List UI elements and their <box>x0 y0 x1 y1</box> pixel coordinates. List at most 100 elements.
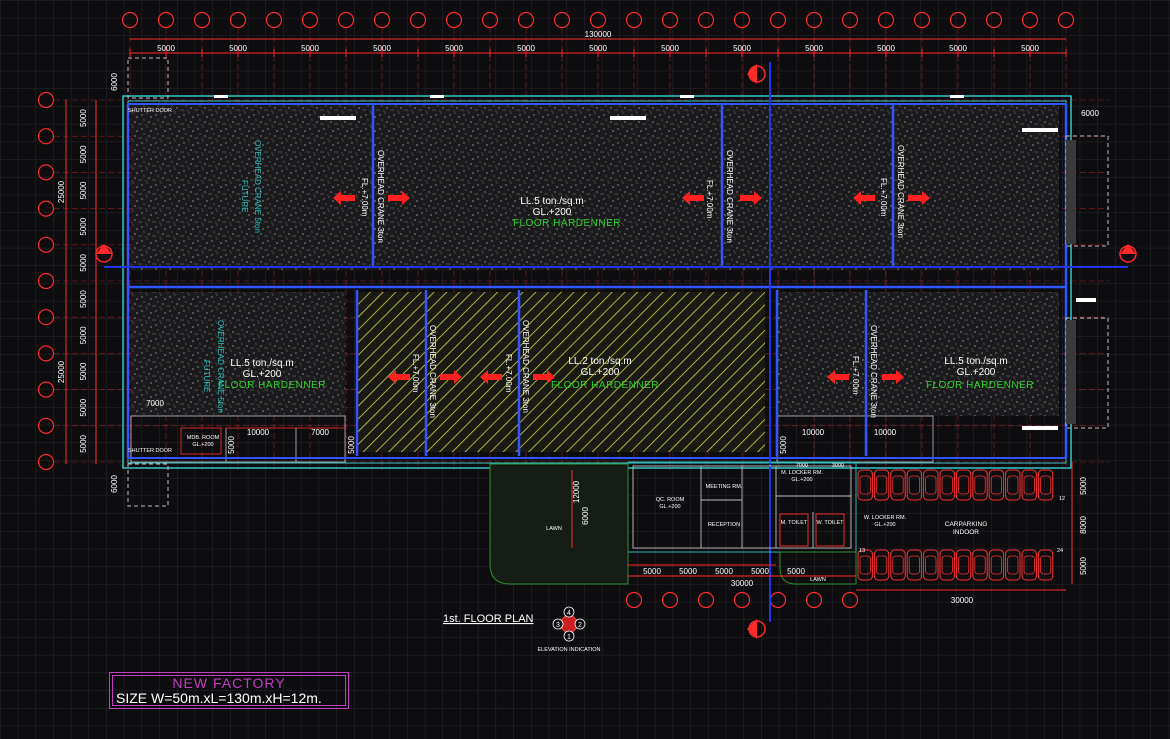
dim-office-5000-mid: 5000 <box>347 436 356 454</box>
dim-office-5000-right: 5000 <box>779 436 788 454</box>
svg-text:2: 2 <box>578 622 582 629</box>
dim-right-6000: 6000 <box>1081 109 1099 118</box>
crane-label: OVERHEAD CRANE 3ton <box>725 150 734 243</box>
crane-clearance: FL.+7.00m <box>705 180 714 219</box>
zone-bc-level: GL.+200 <box>581 367 620 378</box>
dim-left-bay: 5000 <box>79 217 88 235</box>
dim-annex-bay-5: 5000 <box>787 567 805 576</box>
crane-label-future: OVERHEAD CRANE 5ton <box>216 320 225 413</box>
dim-left-bay: 5000 <box>79 290 88 308</box>
crane-label: OVERHEAD CRANE 3ton <box>428 325 437 418</box>
dim-left-bay: 5000 <box>79 181 88 199</box>
zone-bl-load: LL.5 ton./sq.m <box>230 358 293 369</box>
dim-left-bay: 5000 <box>79 398 88 416</box>
room-m-locker-level: GL.+200 <box>791 477 812 483</box>
parking-no-13: 13 <box>859 548 865 554</box>
room-mdb: MDB. ROOM <box>187 435 220 441</box>
zone-top-level: GL.+200 <box>533 207 572 218</box>
dim-left-bay: 5000 <box>79 109 88 127</box>
zone-br-level: GL.+200 <box>957 367 996 378</box>
zone-br-load: LL.5 ton./sq.m <box>944 356 1007 367</box>
top-hall-floor <box>131 104 1059 270</box>
zone-top-load: LL.5 ton./sq.m <box>520 196 583 207</box>
dim-annex-bay-1: 5000 <box>643 567 661 576</box>
dim-wall-7000: 7000 <box>146 399 164 408</box>
dim-office-10000-right-b: 10000 <box>874 428 897 437</box>
room-w-locker: W. LOCKER RM. <box>864 515 907 521</box>
dim-room-7000: 7000 <box>796 463 808 469</box>
dim-annex-bay-4: 5000 <box>751 567 769 576</box>
dim-annex-bay-3: 5000 <box>715 567 733 576</box>
parking-no-12: 12 <box>1059 496 1065 502</box>
dim-parking-5000-a: 5000 <box>1079 477 1088 495</box>
room-meeting: MEETING RM. <box>706 484 743 490</box>
title-block: NEW FACTORY SIZE W=50m.xL=130m.xH=12m. <box>109 672 349 709</box>
parking-no-24: 24 <box>1057 548 1063 554</box>
zone-top-finish: FLOOR HARDENNER <box>513 218 621 229</box>
crane-clearance: FL.+7.00m <box>879 178 888 217</box>
future-label: FUTURE <box>240 180 249 212</box>
future-label: FUTURE <box>202 360 211 392</box>
project-name: NEW FACTORY <box>172 675 286 691</box>
room-reception: RECEPTION <box>708 522 740 528</box>
zone-bc-load: LL.2 ton./sq.m <box>568 356 631 367</box>
svg-text:3: 3 <box>556 622 560 629</box>
dim-room-3000: 3000 <box>832 463 844 469</box>
dim-overall: 130000 <box>585 30 612 39</box>
crane-clearance: FL.+7.00m <box>851 356 860 395</box>
shutter-label-top: SHUTTER DOOR <box>128 108 172 114</box>
dim-office-7000-left: 7000 <box>311 428 329 437</box>
dim-parking-total: 30000 <box>951 596 974 605</box>
room-w-locker-level: GL.+200 <box>874 522 895 528</box>
room-qc-level: GL.+200 <box>659 504 680 510</box>
dim-left-bay: 5000 <box>79 326 88 344</box>
elevation-caption: ELEVATION INDICATION <box>538 647 601 653</box>
dim-left-bay: 5000 <box>79 362 88 380</box>
bottom-left-floor <box>131 292 345 416</box>
room-mdb-level: GL.+200 <box>192 442 213 448</box>
dim-left-bay: 5000 <box>79 253 88 271</box>
dim-annex-8000: 8000 <box>1079 516 1088 534</box>
room-m-toilet: M. TOILET <box>781 520 808 526</box>
room-m-locker: M. LOCKER RM. <box>781 470 823 476</box>
carpark-label: CARPARKING <box>945 521 988 528</box>
dim-left-half-top: 25000 <box>57 180 66 203</box>
dim-annex-6000: 6000 <box>581 507 590 525</box>
dim-annex-bay-2: 5000 <box>679 567 697 576</box>
room-qc: QC. ROOM <box>656 497 685 503</box>
dim-left-bottom-6000: 6000 <box>110 475 119 493</box>
zone-br-finish: FLOOR HARDENNER <box>926 380 1034 391</box>
floor-plan-drawing: 130000 5000 5000 5000 5000 5000 5000 5000 5000 5… <box>0 0 1170 739</box>
dim-left-bay: 5000 <box>79 145 88 163</box>
crane-label-future: OVERHEAD CRANE 5ton <box>253 140 262 233</box>
dim-left-bay: 5000 <box>79 434 88 452</box>
dim-office-5000-left: 5000 <box>227 436 236 454</box>
lawn-left <box>489 463 629 585</box>
dim-annex-total: 30000 <box>731 579 754 588</box>
svg-text:4: 4 <box>567 610 571 617</box>
zone-bc-finish: FLOOR HARDENNER <box>551 380 659 391</box>
carpark-sub: INDOOR <box>953 529 979 536</box>
dim-parking-5000-b: 5000 <box>1079 557 1088 575</box>
lawn-left-label: LAWN <box>546 526 562 532</box>
room-w-toilet: W. TOILET <box>817 520 845 526</box>
crane-label: OVERHEAD CRANE 3ton <box>896 145 905 238</box>
dim-annex-12000: 12000 <box>572 480 581 503</box>
crane-clearance: FL.+7.00m <box>504 354 513 393</box>
zone-bl-finish: FLOOR HARDENNER <box>218 380 326 391</box>
plan-title: 1st. FLOOR PLAN <box>443 613 534 625</box>
crane-label: OVERHEAD CRANE 3ton <box>521 320 530 413</box>
dim-office-10000-left: 10000 <box>247 428 270 437</box>
dim-left-half-bottom: 25000 <box>57 360 66 383</box>
bottom-right-floor <box>777 292 1059 416</box>
svg-text:1: 1 <box>567 634 571 641</box>
project-size: SIZE W=50m.xL=130m.xH=12m. <box>116 690 322 706</box>
crane-label: OVERHEAD CRANE 3ton <box>376 150 385 243</box>
dim-left-top-6000: 6000 <box>110 73 119 91</box>
crane-clearance: FL.+7.00m <box>411 354 420 393</box>
crane-clearance: FL.+7.00m <box>360 178 369 217</box>
shutter-label-bottom: SHUTTER DOOR <box>128 448 172 454</box>
lawn-right-label: LAWN <box>810 577 826 583</box>
zone-bl-level: GL.+200 <box>243 369 282 380</box>
crane-label: OVERHEAD CRANE 3ton <box>869 325 878 418</box>
